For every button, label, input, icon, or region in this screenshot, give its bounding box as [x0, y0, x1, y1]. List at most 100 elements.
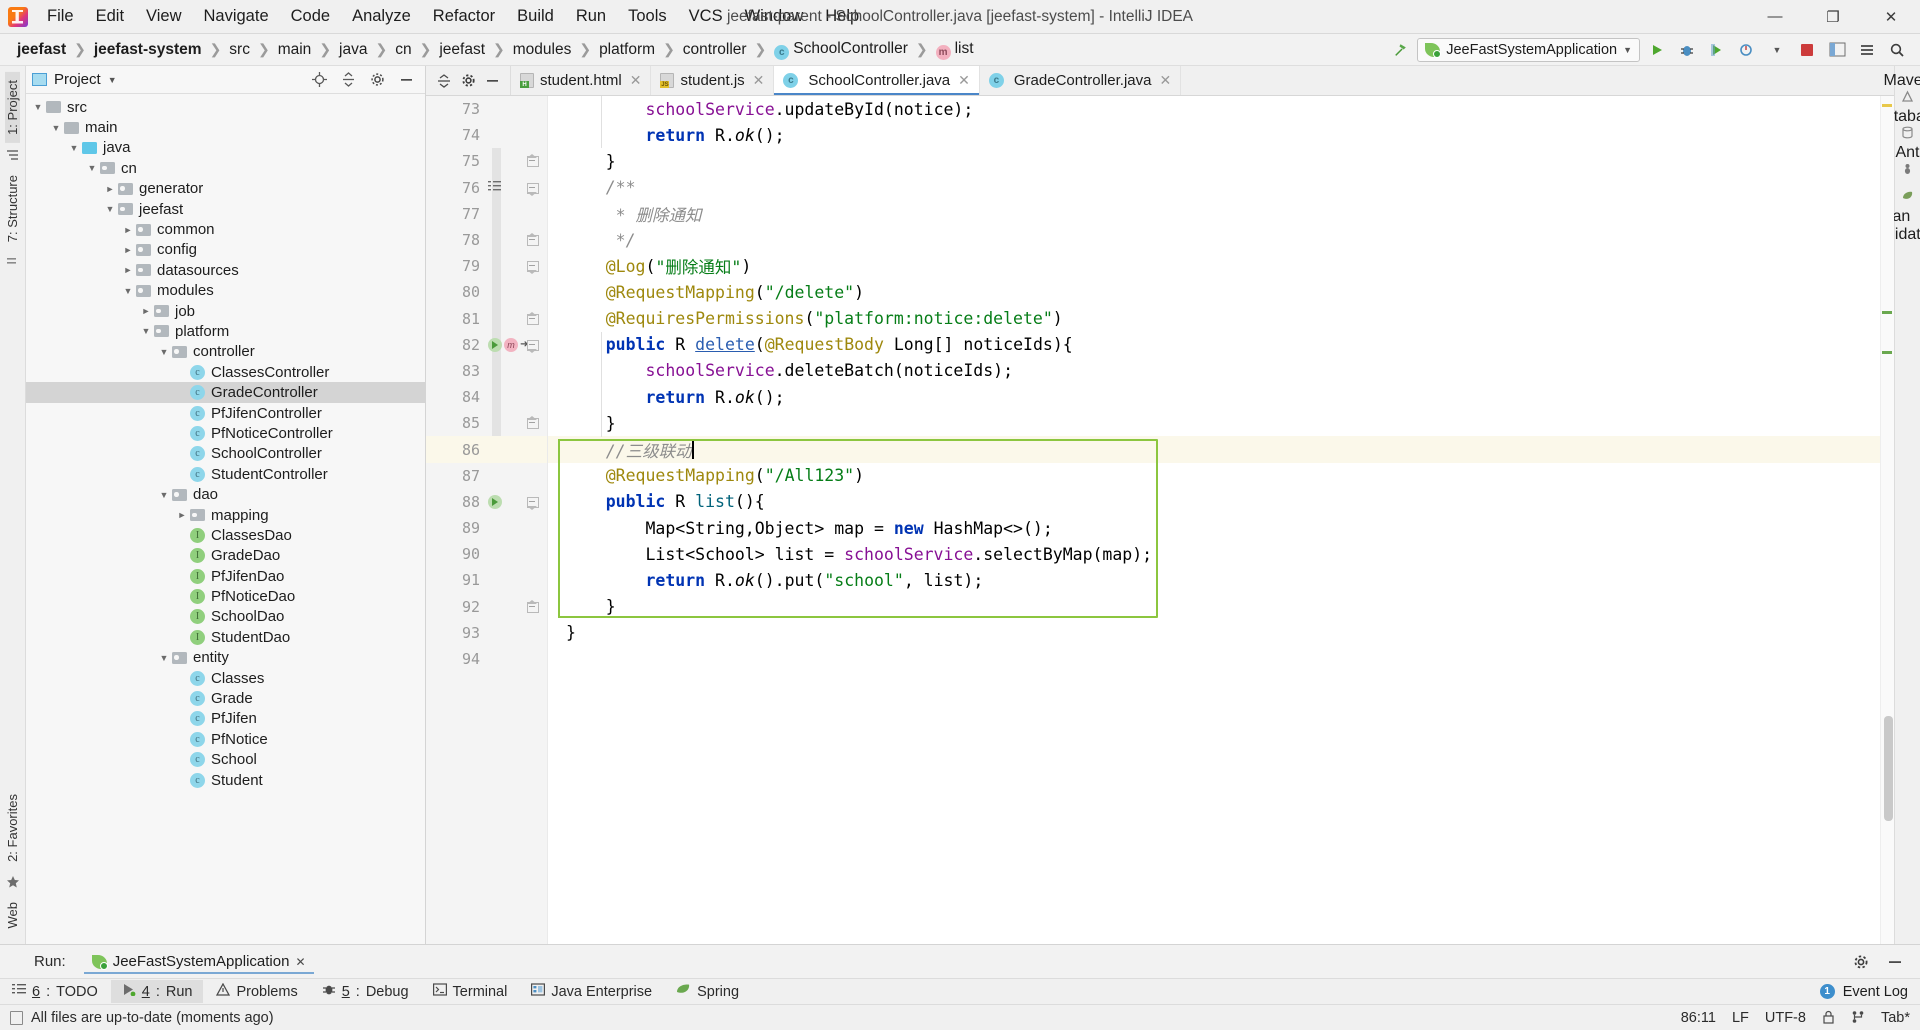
code-line[interactable]: //三级联动	[548, 436, 1880, 463]
editor-tab-student-html[interactable]: Hstudent.html ✕	[511, 66, 652, 95]
chevron-right-icon[interactable]: ►	[120, 225, 136, 235]
tree-node-common[interactable]: ► common	[26, 219, 425, 239]
gutter-line[interactable]: 87	[426, 463, 547, 489]
code-line[interactable]: @RequestMapping("/delete")	[548, 279, 1880, 305]
event-log-area[interactable]: 1 Event Log	[1819, 984, 1920, 1000]
close-tab-icon[interactable]: ✕	[958, 72, 970, 89]
menu-item-code[interactable]: Code	[280, 3, 341, 30]
menu-item-tools[interactable]: Tools	[617, 3, 678, 30]
breadcrumb-item-modules[interactable]: modules	[508, 40, 577, 60]
editor-scrollbar[interactable]	[1884, 716, 1893, 821]
layout-icon[interactable]	[1824, 38, 1850, 62]
gutter-line[interactable]: 77	[426, 201, 547, 227]
menu-item-vcs[interactable]: VCS	[678, 3, 734, 30]
code-area[interactable]: schoolService .updateById(notice); return…	[548, 96, 1880, 944]
gutter-line[interactable]: 89	[426, 515, 547, 541]
tree-node-config[interactable]: ► config	[26, 240, 425, 260]
tool-window-button-java-enterprise[interactable]: Java Enterprise	[520, 980, 663, 1003]
chevron-down-icon[interactable]: ▼	[1764, 38, 1790, 62]
code-line[interactable]: }	[548, 148, 1880, 174]
gutter-line[interactable]: 85	[426, 410, 547, 436]
tree-node-pfnoticedao[interactable]: I PfNoticeDao	[26, 586, 425, 606]
fold-down-icon[interactable]	[526, 338, 539, 353]
code-line[interactable]: return R. ok ().put("school", list);	[548, 567, 1880, 593]
gutter-line[interactable]: 82 m ➜	[426, 332, 547, 358]
gutter-line[interactable]: 84	[426, 384, 547, 410]
tool-button-favorites[interactable]: 2: Favorites	[5, 786, 20, 870]
breadcrumb-item-jeefast[interactable]: jeefast	[12, 40, 71, 60]
tree-node-generator[interactable]: ► generator	[26, 179, 425, 199]
code-line[interactable]: @RequiresPermissions("platform:notice:de…	[548, 306, 1880, 332]
menu-item-analyze[interactable]: Analyze	[341, 3, 422, 30]
tree-node-classescontroller[interactable]: c ClassesController	[26, 362, 425, 382]
tree-node-java[interactable]: ▼ java	[26, 138, 425, 158]
gutter-line[interactable]: 94	[426, 646, 547, 672]
tree-node-jeefast[interactable]: ▼ jeefast	[26, 199, 425, 219]
search-icon[interactable]	[1884, 38, 1910, 62]
tool-window-button-run[interactable]: 4: Run	[110, 980, 204, 1003]
fold-up-icon[interactable]	[526, 599, 539, 613]
breadcrumb-item-jeefast[interactable]: jeefast	[434, 40, 490, 60]
tree-node-controller[interactable]: ▼ controller	[26, 342, 425, 362]
run-gutter-icon[interactable]	[488, 337, 502, 352]
stop-icon[interactable]	[1794, 38, 1820, 62]
breadcrumb-item-schoolcontroller[interactable]: c SchoolController	[769, 39, 913, 61]
javadoc-icon[interactable]	[488, 179, 501, 197]
chevron-down-icon[interactable]: ▼	[156, 490, 172, 500]
menu-item-help[interactable]: Help	[814, 3, 870, 30]
hide-icon[interactable]	[1882, 950, 1908, 974]
fold-down-icon[interactable]	[526, 181, 539, 196]
breadcrumb-item-src[interactable]: src	[224, 40, 255, 60]
fold-up-icon[interactable]	[526, 311, 539, 325]
tree-node-studentdao[interactable]: I StudentDao	[26, 627, 425, 647]
menu-item-edit[interactable]: Edit	[85, 3, 135, 30]
code-line[interactable]: }	[548, 620, 1880, 646]
code-line[interactable]	[548, 646, 1880, 672]
menu-item-run[interactable]: Run	[565, 3, 617, 30]
close-icon[interactable]: ✕	[295, 956, 305, 968]
caret-position[interactable]: 86:11	[1681, 1010, 1716, 1026]
code-line[interactable]: List<School> list = schoolService .select…	[548, 541, 1880, 567]
tool-button-structure[interactable]: 7: Structure	[5, 167, 20, 250]
gutter-line[interactable]: 91	[426, 567, 547, 593]
breadcrumb-item-main[interactable]: main	[273, 40, 317, 60]
close-tab-icon[interactable]: ✕	[753, 72, 765, 89]
tree-node-cn[interactable]: ▼ cn	[26, 158, 425, 178]
editor-tab-student-js[interactable]: JS student.js ✕	[651, 66, 775, 95]
tree-node-pfnotice[interactable]: c PfNotice	[26, 729, 425, 749]
breadcrumb-item-cn[interactable]: cn	[390, 40, 416, 60]
locate-icon[interactable]	[306, 68, 332, 92]
tree-node-grade[interactable]: c Grade	[26, 688, 425, 708]
tree-node-dao[interactable]: ▼ dao	[26, 484, 425, 504]
breadcrumb-item-jeefast-system[interactable]: jeefast-system	[89, 40, 207, 60]
tree-node-modules[interactable]: ▼ modules	[26, 281, 425, 301]
gutter-line[interactable]: 74	[426, 122, 547, 148]
breadcrumb-item-list[interactable]: m list	[931, 39, 979, 61]
tool-button-ant[interactable]: Ant	[1895, 144, 1919, 162]
close-tab-icon[interactable]: ✕	[1159, 72, 1171, 89]
tree-node-gradecontroller[interactable]: c GradeController	[26, 382, 425, 403]
menu-item-window[interactable]: Window	[734, 3, 815, 30]
tree-node-src[interactable]: ▼ src	[26, 97, 425, 117]
code-line[interactable]: schoolService .updateById(notice);	[548, 96, 1880, 122]
breadcrumb-item-platform[interactable]: platform	[594, 40, 660, 60]
tree-node-studentcontroller[interactable]: c StudentController	[26, 464, 425, 484]
gutter-line[interactable]: 83	[426, 358, 547, 384]
chevron-down-icon[interactable]: ▼	[102, 204, 118, 214]
hammer-icon[interactable]	[1387, 38, 1413, 62]
tree-node-platform[interactable]: ▼ platform	[26, 321, 425, 341]
tree-node-school[interactable]: c School	[26, 750, 425, 770]
run-tab[interactable]: JeeFastSystemApplication ✕	[84, 949, 314, 974]
chevron-down-icon[interactable]: ▼	[48, 123, 64, 133]
close-tab-icon[interactable]: ✕	[630, 72, 642, 89]
fold-down-icon[interactable]	[526, 495, 539, 510]
gutter-line[interactable]: 78	[426, 227, 547, 253]
menu-item-file[interactable]: File	[36, 3, 85, 30]
chevron-down-icon[interactable]: ▼	[66, 143, 82, 153]
tree-node-pfjifencontroller[interactable]: c PfJifenController	[26, 403, 425, 423]
file-encoding[interactable]: UTF-8	[1765, 1010, 1806, 1026]
code-line[interactable]: }	[548, 594, 1880, 620]
tree-node-main[interactable]: ▼ main	[26, 117, 425, 137]
tree-node-pfnoticecontroller[interactable]: c PfNoticeController	[26, 423, 425, 443]
gutter-line[interactable]: 88	[426, 489, 547, 515]
